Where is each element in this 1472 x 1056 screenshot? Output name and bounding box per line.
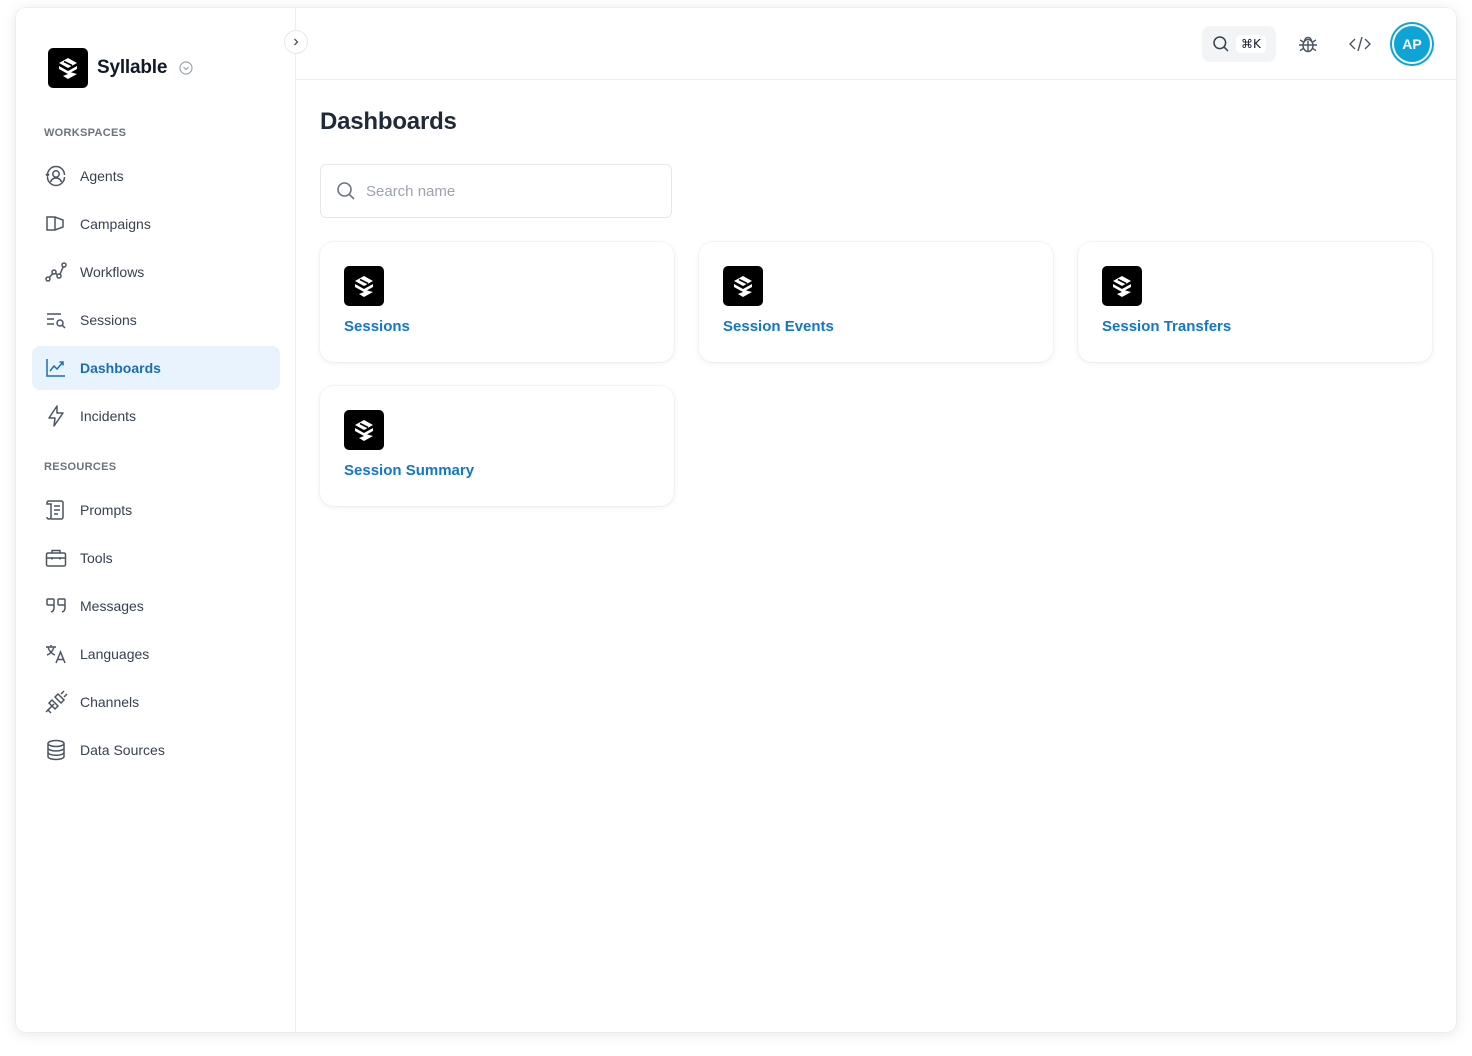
incidents-icon [44, 404, 68, 428]
search-input[interactable] [366, 182, 646, 200]
bug-icon [1299, 36, 1317, 53]
dashboard-card-session-summary[interactable]: Session Summary [320, 386, 674, 506]
sidebar-item-data-sources[interactable]: Data Sources [32, 728, 280, 772]
dashboard-card-session-transfers[interactable]: Session Transfers [1078, 242, 1432, 362]
topbar: ⌘K AP [296, 8, 1456, 80]
sidebar-item-label: Incidents [80, 408, 137, 424]
dashboard-card-title: Session Transfers [1102, 318, 1232, 335]
workspaces-section-label: WORKSPACES [44, 127, 127, 139]
sidebar: Syllable WORKSPACES Agents Campaigns Wor… [16, 8, 296, 1032]
developer-button[interactable] [1346, 30, 1374, 58]
sidebar-item-label: Agents [80, 168, 124, 184]
sidebar-item-sessions[interactable]: Sessions [32, 298, 280, 342]
syllable-logo-icon [723, 266, 763, 306]
sidebar-item-workflows[interactable]: Workflows [32, 250, 280, 294]
sidebar-item-tools[interactable]: Tools [32, 536, 280, 580]
global-search-button[interactable]: ⌘K [1202, 26, 1276, 62]
page-title: Dashboards [320, 108, 457, 135]
dashboard-card-session-events[interactable]: Session Events [699, 242, 1053, 362]
sidebar-item-label: Data Sources [80, 742, 165, 758]
sidebar-item-label: Channels [80, 694, 140, 710]
sidebar-collapse-button[interactable] [284, 30, 308, 54]
dashboard-card-title: Sessions [344, 318, 410, 335]
sidebar-item-prompts[interactable]: Prompts [32, 488, 280, 532]
tools-icon [44, 546, 68, 570]
chevron-right-icon [294, 38, 299, 46]
data-sources-icon [44, 738, 68, 762]
resources-section-label: RESOURCES [44, 461, 117, 473]
syllable-logo-icon [1102, 266, 1142, 306]
sidebar-item-label: Dashboards [80, 360, 161, 376]
brand-name: Syllable [97, 57, 168, 78]
sidebar-item-label: Messages [80, 598, 144, 614]
agents-icon [44, 164, 68, 188]
sidebar-item-languages[interactable]: Languages [32, 632, 280, 676]
brand[interactable]: Syllable [48, 48, 193, 88]
search-icon [1213, 36, 1229, 52]
debug-button[interactable] [1294, 30, 1322, 58]
sessions-icon [44, 308, 68, 332]
sidebar-item-label: Tools [80, 550, 113, 566]
sidebar-item-label: Sessions [80, 312, 137, 328]
sidebar-item-incidents[interactable]: Incidents [32, 394, 280, 438]
avatar[interactable]: AP [1392, 24, 1432, 64]
sidebar-item-campaigns[interactable]: Campaigns [32, 202, 280, 246]
workflows-icon [44, 260, 68, 284]
dashboard-card-title: Session Events [723, 318, 834, 335]
dashboard-card-sessions[interactable]: Sessions [320, 242, 674, 362]
app-window: Syllable WORKSPACES Agents Campaigns Wor… [16, 8, 1456, 1032]
channels-icon [44, 690, 68, 714]
search-icon [337, 182, 355, 200]
chevron-down-icon[interactable] [179, 61, 193, 75]
dashboards-icon [44, 356, 68, 380]
messages-icon [44, 594, 68, 618]
sidebar-item-agents[interactable]: Agents [32, 154, 280, 198]
code-icon [1349, 36, 1371, 52]
sidebar-item-label: Languages [80, 646, 150, 662]
sidebar-item-dashboards[interactable]: Dashboards [32, 346, 280, 390]
sidebar-item-messages[interactable]: Messages [32, 584, 280, 628]
dashboard-card-title: Session Summary [344, 462, 475, 479]
languages-icon [44, 642, 68, 666]
brand-logo [48, 48, 88, 88]
sidebar-item-channels[interactable]: Channels [32, 680, 280, 724]
search-name-field[interactable] [320, 164, 672, 218]
campaigns-icon [44, 212, 68, 236]
prompts-icon [44, 498, 68, 522]
sidebar-item-label: Workflows [80, 264, 145, 280]
shortcut-badge: ⌘K [1236, 35, 1266, 53]
sidebar-item-label: Campaigns [80, 216, 151, 232]
syllable-logo-icon [344, 410, 384, 450]
syllable-logo-icon [344, 266, 384, 306]
sidebar-item-label: Prompts [80, 502, 133, 518]
